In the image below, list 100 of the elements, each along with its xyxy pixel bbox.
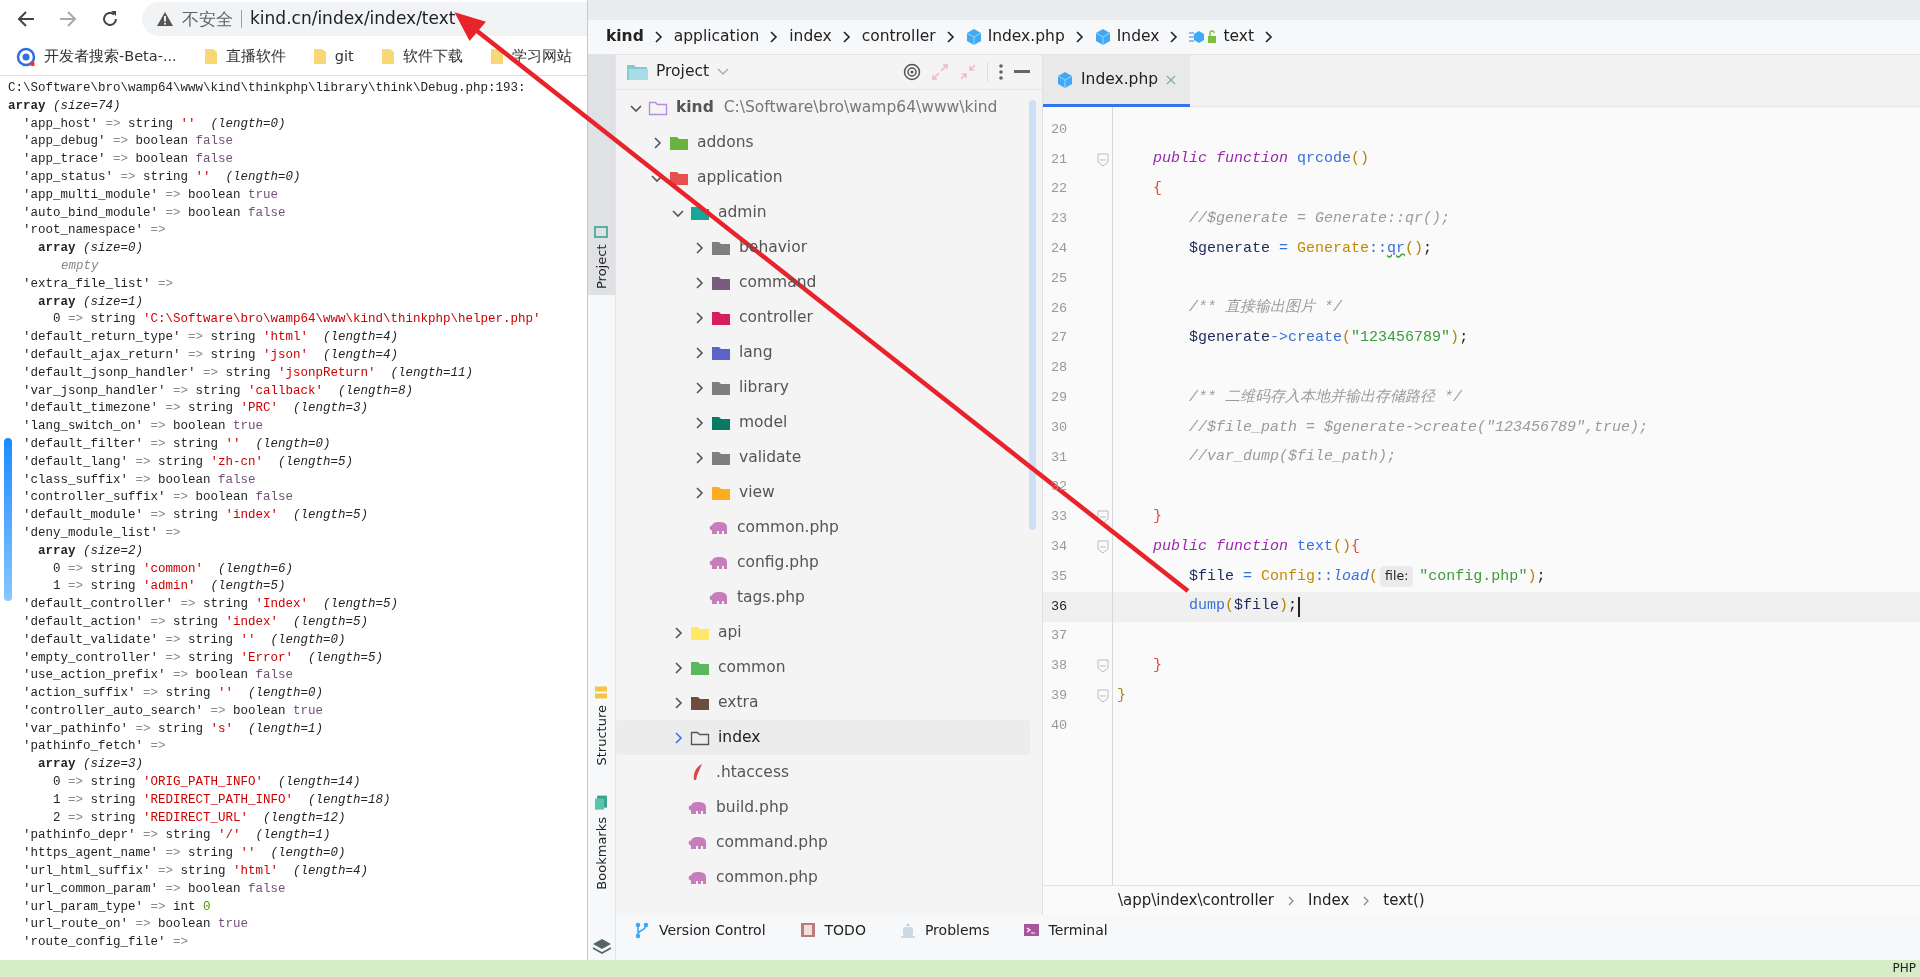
folder-icon <box>711 239 731 256</box>
folder-icon <box>312 48 327 65</box>
tool-window-button[interactable]: Problems <box>899 919 990 941</box>
terminal-icon <box>1023 921 1041 939</box>
tree-item[interactable]: kind C:\Software\bro\wamp64\www\kind <box>616 90 1030 125</box>
folder-icon <box>669 134 689 151</box>
tree-item[interactable]: application <box>616 160 1030 195</box>
dump-line: 1 => string 'admin' (length=5) <box>52 578 286 596</box>
dump-line: 'lang_switch_on' => boolean true <box>22 418 264 436</box>
tree-item[interactable]: api <box>616 615 1030 650</box>
todo-icon <box>799 921 817 939</box>
editor-tab[interactable]: Index.php <box>1043 55 1191 107</box>
line-number: 27 <box>1050 329 1069 348</box>
dump-line: 'default_module' => string 'index' (length=5) <box>22 507 369 525</box>
class-icon <box>965 28 982 46</box>
dump-line: 'app_multi_module' => boolean true <box>22 186 279 204</box>
line-number: 29 <box>1050 388 1069 407</box>
breadcrumb-item[interactable]: kind <box>606 25 644 49</box>
dump-line: 'root_namespace' => <box>22 222 166 240</box>
tree-item[interactable]: common <box>616 650 1030 685</box>
breadcrumb-item[interactable]: Index <box>1308 889 1350 912</box>
tree-item[interactable]: extra <box>616 685 1030 720</box>
tree-item[interactable]: addons <box>616 125 1030 160</box>
bookmark[interactable]: 开发者搜索-Beta-... <box>16 45 177 68</box>
tree-item[interactable]: common.php <box>616 860 1030 895</box>
folder-icon <box>711 309 731 326</box>
array-header: array (size=2) <box>37 542 144 560</box>
back-icon[interactable] <box>16 9 36 29</box>
tree-item[interactable]: command.php <box>616 825 1030 860</box>
tree-item[interactable]: validate <box>616 440 1030 475</box>
dump-line: 'url_param_type' => int 0 <box>22 898 211 916</box>
php-file-icon <box>688 869 708 886</box>
dump-line: 'default_lang' => string 'zh-cn' (length=5) <box>22 453 354 471</box>
dump-line: 'class_suffix' => boolean false <box>22 471 256 489</box>
php-file-icon <box>709 589 729 606</box>
panel-title[interactable]: Project <box>626 60 730 84</box>
breadcrumb-item[interactable]: application <box>673 25 760 49</box>
code-text: } <box>1152 507 1162 527</box>
folder-icon <box>690 659 710 676</box>
line-number: 22 <box>1050 180 1069 199</box>
tree-item[interactable]: common.php <box>616 510 1030 545</box>
dump-line: 'default_return_type' => string 'html' (length=4) <box>22 329 399 347</box>
array-header: array (size=74) <box>8 97 121 115</box>
tree-item[interactable]: library <box>616 370 1030 405</box>
line-number: 21 <box>1050 150 1069 169</box>
security-label: 不安全 <box>182 10 242 28</box>
line-number: 39 <box>1050 686 1069 705</box>
php-file-icon <box>688 834 708 851</box>
line-number: 37 <box>1050 627 1069 646</box>
dump-line: 'controller_auto_search' => boolean true <box>22 702 324 720</box>
tree-item[interactable]: view <box>616 475 1030 510</box>
bookmark[interactable]: git <box>312 45 354 68</box>
tree-item[interactable]: index <box>616 720 1030 755</box>
bookmark[interactable]: 直播软件 <box>203 45 286 68</box>
tree-item[interactable]: model <box>616 405 1030 440</box>
breadcrumb-item[interactable]: controller <box>861 25 936 49</box>
tree-item[interactable]: lang <box>616 335 1030 370</box>
warning-icon <box>156 11 174 27</box>
dump-line: 1 => string 'REDIRECT_PATH_INFO' (length=18) <box>52 791 391 809</box>
tree-item[interactable]: controller <box>616 300 1030 335</box>
breadcrumb-item[interactable]: index <box>789 25 832 49</box>
panel-icon <box>594 224 609 239</box>
tree-item[interactable]: tags.php <box>616 580 1030 615</box>
target-icon[interactable] <box>903 63 921 81</box>
breadcrumb-item[interactable]: text <box>1189 25 1254 49</box>
method-icon <box>1189 29 1218 45</box>
dump-line: 'default_validate' => string '' (length=0) <box>22 631 346 649</box>
tree-item[interactable]: config.php <box>616 545 1030 580</box>
dump-line: 'default_action' => string 'index' (length=5) <box>22 613 369 631</box>
dump-line: 'app_status' => string '' (length=0) <box>22 169 301 186</box>
folder-icon <box>711 414 731 431</box>
tool-window-tab[interactable]: Project <box>588 55 615 295</box>
tool-window-tab[interactable]: Structure <box>588 678 615 772</box>
folder-icon <box>711 274 731 291</box>
parameter-hint: file: <box>1380 566 1414 588</box>
folder-icon <box>648 99 668 116</box>
breadcrumb-item[interactable]: \app\index\controller <box>1118 889 1274 912</box>
breadcrumb-item[interactable]: text() <box>1383 889 1425 912</box>
minimize-icon[interactable] <box>1014 70 1030 74</box>
fold-icon[interactable] <box>1097 510 1109 525</box>
empty-label: empty <box>60 257 99 275</box>
tool-window-button[interactable]: Version Control <box>634 919 766 941</box>
bookmark[interactable]: 软件下载 <box>380 45 463 68</box>
site-icon <box>16 46 36 67</box>
reload-icon[interactable] <box>100 9 120 29</box>
breadcrumb-item[interactable]: Index <box>1094 25 1160 49</box>
tree-item[interactable]: build.php <box>616 790 1030 825</box>
line-number: 33 <box>1050 508 1069 527</box>
tool-window-tab[interactable]: Bookmarks <box>588 789 615 896</box>
folder-icon <box>690 729 710 746</box>
tree-item[interactable]: .htaccess <box>616 755 1030 790</box>
tool-window-button[interactable]: TODO <box>799 919 866 941</box>
breadcrumb-item[interactable]: Index.php <box>965 25 1065 49</box>
more-icon[interactable] <box>998 63 1004 81</box>
scrollbar[interactable] <box>1029 100 1036 530</box>
tool-window-button[interactable]: Terminal <box>1023 919 1108 941</box>
dropdown-icon <box>717 68 730 76</box>
file-path: C:\Software\bro\wamp64\www\kind\thinkphp\library\think\Debug.php:193: <box>8 80 526 97</box>
address-bar[interactable]: 不安全 kind.cn/index/index/text <box>142 2 587 36</box>
dump-line: 0 => string 'C:\Software\bro\wamp64\www\kind\thinkphp\helper.php' <box>52 311 541 329</box>
